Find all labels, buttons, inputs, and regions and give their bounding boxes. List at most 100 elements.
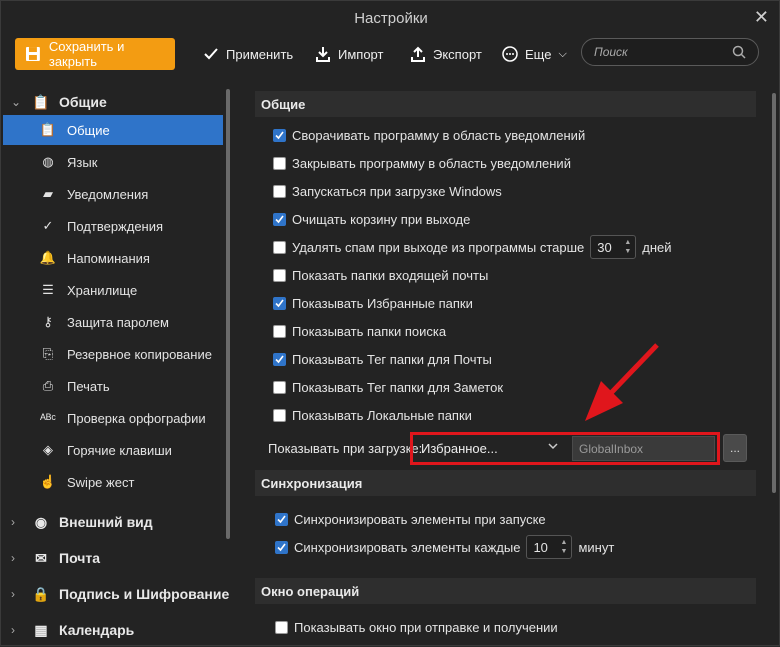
sync-every-checkbox[interactable]: Синхронизировать элементы каждые 10 ▲ ▼ … bbox=[275, 535, 614, 559]
sidebar-group-general[interactable]: ⌄ 📋 Общие bbox=[1, 90, 107, 114]
hand-icon: ☝ bbox=[39, 474, 57, 489]
sidebar-item-5[interactable]: 🔔 Напоминания bbox=[3, 243, 223, 273]
chevron-right-icon[interactable]: › bbox=[11, 515, 25, 529]
sidebar-item-label: Хранилище bbox=[67, 282, 138, 298]
chevron-right-icon[interactable]: › bbox=[11, 551, 25, 565]
sidebar-group-4[interactable]: › ▦ Календарь bbox=[1, 618, 134, 642]
sidebar-item-3[interactable]: ▰ Уведомления bbox=[3, 179, 223, 209]
sidebar-item-12[interactable]: ☝ Swipe жест bbox=[3, 467, 223, 497]
save-and-close-button[interactable]: Сохранить и закрыть bbox=[15, 38, 175, 70]
stepper-down-icon[interactable]: ▼ bbox=[624, 248, 631, 256]
sidebar-item-label: Язык bbox=[67, 154, 98, 170]
sync-every-label: Синхронизировать элементы каждые bbox=[294, 539, 521, 555]
sidebar-item-9[interactable]: ⎙ Печать bbox=[3, 371, 223, 401]
show-operations-checkbox[interactable]: Показывать окно при отправке и получении bbox=[275, 616, 558, 638]
stepper-down-icon[interactable]: ▼ bbox=[561, 548, 568, 556]
checkbox-unchecked[interactable] bbox=[273, 156, 286, 170]
option-checkbox-1[interactable]: Сворачивать программу в область уведомле… bbox=[273, 124, 585, 146]
chevron-down-icon[interactable]: ⌄ bbox=[11, 95, 25, 109]
sidebar-item-label: Горячие клавиши bbox=[67, 442, 172, 458]
checkbox-checked[interactable] bbox=[275, 512, 288, 526]
sidebar-scrollbar[interactable] bbox=[226, 89, 230, 539]
sidebar-item-6[interactable]: ☰ Хранилище bbox=[3, 275, 223, 305]
option-label: Очищать корзину при выходе bbox=[292, 211, 471, 227]
hotkeys-icon: ◈ bbox=[43, 442, 53, 457]
sidebar-item-11[interactable]: ◈ Горячие клавиши bbox=[3, 435, 223, 465]
sidebar-group-2[interactable]: › ✉ Почта bbox=[1, 546, 100, 570]
title-bar: Настройки ✕ bbox=[1, 1, 780, 35]
sidebar-item-2[interactable]: ◍ Язык bbox=[3, 147, 223, 177]
more-button[interactable]: Еще ⌵ bbox=[502, 39, 567, 69]
checkbox-checked[interactable] bbox=[273, 352, 286, 366]
option-checkbox-4[interactable]: Очищать корзину при выходе bbox=[273, 208, 470, 230]
sidebar-group-3[interactable]: › 🔒 Подпись и Шифрование bbox=[1, 582, 229, 606]
checkbox-unchecked[interactable] bbox=[273, 408, 286, 422]
browse-button[interactable]: ... bbox=[723, 434, 747, 462]
search-icon[interactable] bbox=[732, 45, 746, 59]
sidebar-group-label: Подпись и Шифрование bbox=[59, 586, 230, 602]
section-header-sync: Синхронизация bbox=[255, 470, 756, 496]
checkbox-unchecked[interactable] bbox=[275, 620, 288, 634]
sidebar-item-label: Резервное копирование bbox=[67, 346, 212, 362]
save-icon bbox=[25, 47, 40, 61]
option-checkbox-11[interactable]: Показывать Локальные папки bbox=[273, 404, 472, 426]
printer-icon: ⎙ bbox=[42, 378, 54, 393]
checkbox-unchecked[interactable] bbox=[273, 324, 286, 338]
sidebar-group-label: Общие bbox=[59, 94, 107, 110]
save-label: Сохранить и закрыть bbox=[48, 39, 125, 69]
sidebar-item-label: Подтверждения bbox=[67, 218, 164, 234]
export-button[interactable]: Экспорт bbox=[410, 39, 482, 69]
toolbar: Сохранить и закрыть Применить Импорт Экс… bbox=[1, 35, 780, 75]
panel-scrollbar[interactable] bbox=[772, 93, 776, 493]
sidebar-item-1[interactable]: 📋 Общие bbox=[3, 115, 223, 145]
option-checkbox-8[interactable]: Показывать папки поиска bbox=[273, 320, 446, 342]
checkbox-unchecked[interactable] bbox=[273, 380, 286, 394]
checkbox-checked[interactable] bbox=[273, 296, 286, 310]
sidebar-item-10[interactable]: ᴬᴮᶜ Проверка орфографии bbox=[3, 403, 223, 433]
close-icon[interactable]: ✕ bbox=[754, 7, 769, 28]
stepper-up-icon[interactable]: ▲ bbox=[624, 239, 631, 247]
option-checkbox-9[interactable]: Показывать Тег папки для Почты bbox=[273, 348, 492, 370]
option-label: Показывать Тег папки для Почты bbox=[292, 351, 492, 367]
key-icon: ⚷ bbox=[43, 314, 53, 329]
sync-interval-stepper[interactable]: 10 ▲ ▼ bbox=[526, 535, 573, 559]
option-checkbox-7[interactable]: Показывать Избранные папки bbox=[273, 292, 473, 314]
option-label: Удалять спам при выходе из программы ста… bbox=[292, 239, 585, 255]
sync-on-start-checkbox[interactable]: Синхронизировать элементы при запуске bbox=[275, 508, 546, 530]
globe-icon: ◍ bbox=[42, 154, 54, 169]
chevron-right-icon[interactable]: › bbox=[11, 623, 25, 637]
option-label: Показывать Тег папки для Заметок bbox=[292, 379, 504, 395]
sidebar-item-label: Уведомления bbox=[67, 186, 149, 202]
sidebar-item-label: Общие bbox=[67, 122, 110, 138]
sidebar-group-1[interactable]: › ◉ Внешний вид bbox=[1, 510, 153, 534]
checkbox-checked[interactable] bbox=[275, 540, 288, 554]
option-checkbox-10[interactable]: Показывать Тег папки для Заметок bbox=[273, 376, 503, 398]
option-label: Закрывать программу в область уведомлени… bbox=[292, 155, 571, 171]
apply-button[interactable]: Применить bbox=[203, 39, 293, 69]
option-checkbox-2[interactable]: Закрывать программу в область уведомлени… bbox=[273, 152, 571, 174]
checkbox-checked[interactable] bbox=[273, 128, 286, 142]
check-circle-icon: ✓ bbox=[42, 218, 54, 233]
option-checkbox-5[interactable]: Удалять спам при выходе из программы ста… bbox=[273, 235, 672, 259]
checkbox-unchecked[interactable] bbox=[273, 268, 286, 282]
export-icon bbox=[411, 46, 425, 62]
checkbox-unchecked[interactable] bbox=[273, 240, 286, 254]
check-icon bbox=[204, 48, 218, 60]
search-input[interactable]: Поиск bbox=[581, 38, 759, 66]
sidebar-item-8[interactable]: ⎘ Резервное копирование bbox=[3, 339, 223, 369]
spam-days-stepper[interactable]: 30 ▲ ▼ bbox=[590, 235, 637, 259]
stepper-up-icon[interactable]: ▲ bbox=[561, 539, 568, 547]
option-checkbox-6[interactable]: Показать папки входящей почты bbox=[273, 264, 488, 286]
more-icon bbox=[502, 46, 518, 62]
checkbox-unchecked[interactable] bbox=[273, 184, 286, 198]
export-label: Экспорт bbox=[433, 46, 482, 62]
sidebar-item-4[interactable]: ✓ Подтверждения bbox=[3, 211, 223, 241]
highlight-box bbox=[410, 432, 720, 465]
checkbox-checked[interactable] bbox=[273, 212, 286, 226]
chevron-right-icon[interactable]: › bbox=[11, 587, 25, 601]
sidebar-item-7[interactable]: ⚷ Защита паролем bbox=[3, 307, 223, 337]
apply-label: Применить bbox=[226, 46, 294, 62]
spam-days-value: 30 bbox=[597, 239, 612, 255]
import-button[interactable]: Импорт bbox=[315, 39, 383, 69]
option-checkbox-3[interactable]: Запускаться при загрузке Windows bbox=[273, 180, 502, 202]
